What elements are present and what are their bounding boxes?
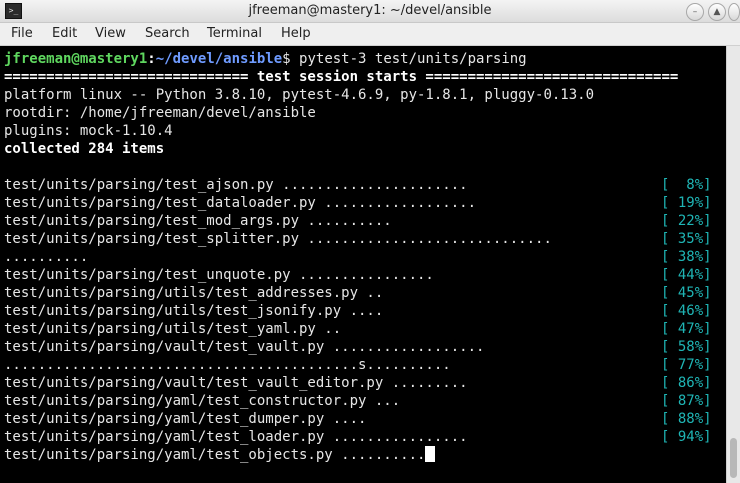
current-test-text: test/units/parsing/yaml/test_objects.py … bbox=[4, 447, 426, 463]
result-line: test/units/parsing/utils/test_addresses.… bbox=[4, 285, 384, 301]
result-line: test/units/parsing/test_ajson.py .......… bbox=[4, 177, 468, 193]
info-platform: platform linux -- Python 3.8.10, pytest-… bbox=[4, 87, 595, 103]
result-percent: [ 38%] bbox=[661, 249, 712, 265]
prompt-separator: : bbox=[147, 51, 156, 67]
result-percent: [ 19%] bbox=[661, 195, 712, 211]
prompt-command: pytest-3 test/units/parsing bbox=[299, 51, 527, 67]
info-rootdir: rootdir: /home/jfreeman/devel/ansible bbox=[4, 105, 316, 121]
menu-view[interactable]: View bbox=[95, 26, 126, 41]
minimize-icon[interactable]: – bbox=[686, 3, 704, 21]
current-test-line: test/units/parsing/yaml/test_objects.py … bbox=[4, 446, 436, 464]
terminal-cursor bbox=[425, 446, 436, 462]
maximize-icon[interactable]: ▲ bbox=[708, 3, 726, 21]
menu-file[interactable]: File bbox=[11, 26, 33, 41]
result-line: test/units/parsing/test_dataloader.py ..… bbox=[4, 195, 477, 211]
scrollbar-thumb[interactable] bbox=[730, 438, 737, 478]
result-percent: [ 45%] bbox=[661, 285, 712, 301]
result-percent: [ 47%] bbox=[661, 321, 712, 337]
result-percent: [ 46%] bbox=[661, 303, 712, 319]
collected-count: collected 284 items bbox=[4, 141, 165, 157]
result-percent: [ 94%] bbox=[661, 429, 712, 445]
result-line: ........................................… bbox=[4, 357, 451, 373]
result-line: test/units/parsing/yaml/test_loader.py .… bbox=[4, 429, 468, 445]
terminal-output[interactable]: jfreeman@mastery1:~/devel/ansible$ pytes… bbox=[0, 46, 726, 483]
result-percent: [ 77%] bbox=[661, 357, 712, 373]
title-bar[interactable]: >_ jfreeman@mastery1: ~/devel/ansible – … bbox=[0, 0, 740, 23]
prompt-user-host: jfreeman@mastery1 bbox=[4, 51, 148, 67]
result-percent: [ 44%] bbox=[661, 267, 712, 283]
info-plugins: plugins: mock-1.10.4 bbox=[4, 123, 173, 139]
result-line: test/units/parsing/test_unquote.py .....… bbox=[4, 267, 434, 283]
result-line: test/units/parsing/test_mod_args.py ....… bbox=[4, 213, 392, 229]
prompt-path: ~/devel/ansible bbox=[155, 51, 283, 67]
result-percent: [ 86%] bbox=[661, 375, 712, 391]
menu-edit[interactable]: Edit bbox=[52, 26, 77, 41]
result-line: test/units/parsing/yaml/test_dumper.py .… bbox=[4, 411, 367, 427]
close-icon[interactable] bbox=[728, 3, 740, 21]
prompt-line: jfreeman@mastery1:~/devel/ansible$ pytes… bbox=[4, 50, 527, 68]
result-percent: [ 87%] bbox=[661, 393, 712, 409]
prompt-symbol: $ bbox=[282, 51, 300, 67]
result-line: test/units/parsing/utils/test_yaml.py .. bbox=[4, 321, 342, 337]
result-line: test/units/parsing/vault/test_vault.py .… bbox=[4, 339, 485, 355]
result-percent: [ 35%] bbox=[661, 231, 712, 247]
result-percent: [ 22%] bbox=[661, 213, 712, 229]
menu-bar: File Edit View Search Terminal Help bbox=[0, 23, 740, 46]
result-line: .......... bbox=[4, 249, 89, 265]
menu-terminal[interactable]: Terminal bbox=[207, 26, 262, 41]
scrollbar[interactable] bbox=[726, 46, 740, 483]
result-percent: [ 88%] bbox=[661, 411, 712, 427]
result-line: test/units/parsing/utils/test_jsonify.py… bbox=[4, 303, 384, 319]
menu-search[interactable]: Search bbox=[145, 26, 190, 41]
terminal-window: >_ jfreeman@mastery1: ~/devel/ansible – … bbox=[0, 0, 740, 483]
session-header: ============================= test sessi… bbox=[4, 69, 679, 85]
result-line: test/units/parsing/vault/test_vault_edit… bbox=[4, 375, 468, 391]
result-percent: [ 58%] bbox=[661, 339, 712, 355]
result-line: test/units/parsing/yaml/test_constructor… bbox=[4, 393, 401, 409]
menu-help[interactable]: Help bbox=[281, 26, 311, 41]
window-title: jfreeman@mastery1: ~/devel/ansible bbox=[248, 3, 492, 18]
result-percent: [ 8%] bbox=[661, 177, 712, 193]
result-line: test/units/parsing/test_splitter.py ....… bbox=[4, 231, 552, 247]
